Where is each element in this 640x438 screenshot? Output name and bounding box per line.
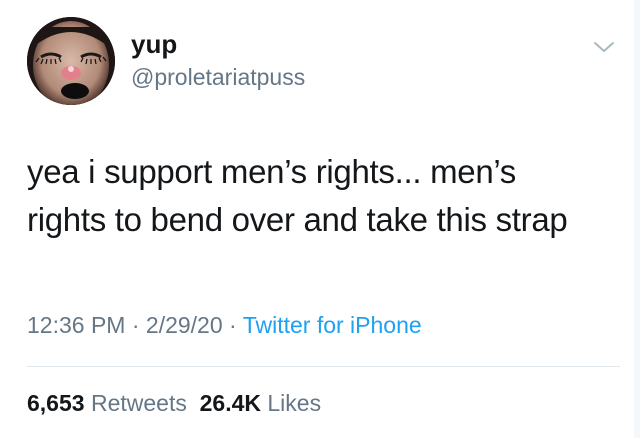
chevron-down-icon[interactable] bbox=[592, 38, 616, 56]
tweet-text-line: yea i support men’s rights... men’s bbox=[27, 153, 517, 190]
tweet-meta: 12:36 PM · 2/29/20 · Twitter for iPhone bbox=[27, 310, 422, 340]
display-name[interactable]: yup bbox=[131, 28, 177, 60]
profile-avatar-image bbox=[27, 17, 115, 105]
tweet-time[interactable]: 12:36 PM bbox=[27, 312, 125, 338]
tweet-stats: 6,653 Retweets 26.4K Likes bbox=[27, 388, 321, 418]
tweet-text-line: rights to bend over and take this strap bbox=[27, 201, 568, 238]
tweet-date[interactable]: 2/29/20 bbox=[146, 312, 223, 338]
tweet-source-link[interactable]: Twitter for iPhone bbox=[243, 312, 422, 338]
retweets-count: 6,653 bbox=[27, 390, 85, 416]
avatar[interactable] bbox=[27, 17, 115, 105]
likes-label: Likes bbox=[267, 390, 322, 416]
likes-count: 26.4K bbox=[199, 390, 261, 416]
meta-separator: · bbox=[131, 312, 140, 338]
likes-stat[interactable]: 26.4K Likes bbox=[200, 390, 321, 416]
tweet-text: yea i support men’s rights... men’s righ… bbox=[27, 148, 617, 244]
meta-separator: · bbox=[229, 312, 237, 338]
divider bbox=[27, 366, 620, 367]
scrollbar-track bbox=[634, 0, 640, 438]
retweets-label: Retweets bbox=[90, 390, 187, 416]
retweets-stat[interactable]: 6,653 Retweets bbox=[27, 390, 187, 416]
user-handle[interactable]: @proletariatpuss bbox=[131, 63, 305, 91]
